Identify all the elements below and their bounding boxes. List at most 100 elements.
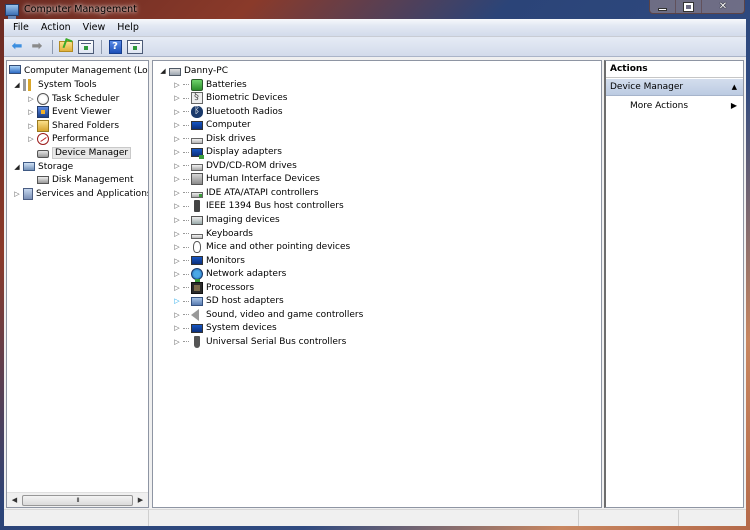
forward-arrow-icon: ➡ bbox=[31, 39, 43, 54]
tree-connector bbox=[183, 111, 189, 113]
collapsed-triangle-icon[interactable]: ▷ bbox=[173, 230, 181, 238]
computer-management-icon bbox=[9, 65, 21, 74]
device-category-label: Network adapters bbox=[206, 269, 287, 280]
battery-icon bbox=[191, 78, 203, 91]
collapsed-triangle-icon[interactable]: ▷ bbox=[173, 162, 181, 170]
menu-action[interactable]: Action bbox=[36, 22, 76, 33]
minimize-button[interactable] bbox=[650, 0, 676, 13]
device-category-label: System devices bbox=[206, 323, 277, 334]
device-category-sound-video-and-game-controllers[interactable]: ▷ Sound, video and game controllers bbox=[173, 308, 363, 321]
expanded-triangle-icon[interactable]: ◢ bbox=[13, 81, 21, 89]
menu-view[interactable]: View bbox=[78, 22, 111, 33]
status-cell bbox=[4, 510, 149, 526]
expanded-triangle-icon[interactable]: ◢ bbox=[13, 163, 21, 171]
collapsed-triangle-icon[interactable]: ▷ bbox=[173, 135, 181, 143]
show-hide-action-pane-button[interactable] bbox=[126, 39, 144, 55]
collapsed-triangle-icon[interactable]: ▷ bbox=[13, 190, 21, 198]
device-tree-root[interactable]: ◢ Danny-PC bbox=[159, 64, 228, 77]
collapsed-triangle-icon[interactable]: ▷ bbox=[27, 135, 35, 143]
up-one-level-button[interactable] bbox=[57, 39, 75, 55]
network-icon bbox=[191, 268, 203, 283]
collapsed-triangle-icon[interactable]: ▷ bbox=[173, 297, 181, 305]
caption-buttons: ✕ bbox=[649, 0, 745, 14]
device-category-human-interface-devices[interactable]: ▷ Human Interface Devices bbox=[173, 173, 320, 186]
device-category-ieee-1394-bus-host-controllers[interactable]: ▷ IEEE 1394 Bus host controllers bbox=[173, 200, 344, 213]
menu-help[interactable]: Help bbox=[112, 22, 144, 33]
tree-item-task-scheduler[interactable]: ▷ Task Scheduler bbox=[27, 92, 119, 105]
collapsed-triangle-icon[interactable]: ▷ bbox=[27, 95, 35, 103]
collapsed-triangle-icon[interactable]: ▷ bbox=[173, 94, 181, 102]
collapsed-triangle-icon[interactable]: ▷ bbox=[173, 311, 181, 319]
collapsed-triangle-icon[interactable]: ▷ bbox=[173, 284, 181, 292]
device-category-bluetooth-radios[interactable]: ▷ Bluetooth Radios bbox=[173, 105, 283, 118]
collapsed-triangle-icon[interactable]: ▷ bbox=[173, 148, 181, 156]
collapsed-triangle-icon[interactable]: ▷ bbox=[173, 202, 181, 210]
close-button[interactable]: ✕ bbox=[702, 0, 744, 13]
tree-connector bbox=[183, 178, 189, 180]
device-category-label: IEEE 1394 Bus host controllers bbox=[206, 201, 344, 212]
toolbar: ⬅ ➡ ? bbox=[4, 37, 746, 57]
device-category-biometric-devices[interactable]: ▷ Biometric Devices bbox=[173, 91, 288, 105]
device-category-label: Batteries bbox=[206, 79, 247, 90]
collapsed-triangle-icon[interactable]: ▷ bbox=[173, 175, 181, 183]
menu-file[interactable]: File bbox=[8, 22, 34, 33]
device-category-universal-serial-bus-controllers[interactable]: ▷ Universal Serial Bus controllers bbox=[173, 335, 346, 348]
horizontal-scrollbar[interactable]: ◀ III ▶ bbox=[7, 492, 148, 507]
device-category-network-adapters[interactable]: ▷ Network adapters bbox=[173, 268, 287, 283]
forward-button[interactable]: ➡ bbox=[28, 39, 46, 55]
more-actions-label: More Actions bbox=[630, 100, 689, 111]
collapsed-triangle-icon[interactable]: ▷ bbox=[173, 216, 181, 224]
scrollbar-thumb[interactable]: III bbox=[22, 494, 133, 506]
collapsed-triangle-icon[interactable]: ▷ bbox=[173, 324, 181, 332]
back-button[interactable]: ⬅ bbox=[8, 39, 26, 55]
collapsed-triangle-icon[interactable]: ▷ bbox=[173, 81, 181, 89]
tree-item-performance[interactable]: ▷ Performance bbox=[27, 132, 109, 145]
tree-item-disk-management[interactable]: Disk Management bbox=[37, 173, 133, 186]
device-category-dvd-cd-rom-drives[interactable]: ▷ DVD/CD-ROM drives bbox=[173, 159, 297, 172]
tree-item-device-manager[interactable]: Device Manager bbox=[37, 146, 132, 159]
device-category-disk-drives[interactable]: ▷ Disk drives bbox=[173, 132, 256, 145]
tree-connector bbox=[183, 300, 189, 302]
collapsed-triangle-icon[interactable]: ▷ bbox=[27, 122, 35, 130]
expanded-triangle-icon[interactable]: ◢ bbox=[159, 67, 167, 75]
device-category-ide-ata-atapi-controllers[interactable]: ▷ IDE ATA/ATAPI controllers bbox=[173, 186, 319, 199]
device-category-display-adapters[interactable]: ▷ Display adapters bbox=[173, 146, 282, 159]
device-category-mice-and-other-pointing-devices[interactable]: ▷ Mice and other pointing devices bbox=[173, 241, 350, 254]
collapsed-triangle-icon[interactable]: ▷ bbox=[173, 121, 181, 129]
scroll-right-arrow-icon[interactable]: ▶ bbox=[133, 496, 148, 504]
collapsed-triangle-icon[interactable]: ▷ bbox=[173, 270, 181, 278]
collapsed-triangle-icon[interactable]: ▷ bbox=[173, 189, 181, 197]
system-icon bbox=[191, 323, 203, 333]
tree-item-shared-folders[interactable]: ▷ Shared Folders bbox=[27, 119, 119, 132]
more-actions-item[interactable]: More Actions ▶ bbox=[606, 98, 743, 113]
computer-icon bbox=[191, 120, 203, 130]
device-category-monitors[interactable]: ▷ Monitors bbox=[173, 254, 245, 267]
tree-item-system-tools[interactable]: ◢ System Tools bbox=[13, 78, 97, 91]
tree-item-storage[interactable]: ◢ Storage bbox=[13, 160, 73, 173]
device-category-keyboards[interactable]: ▷ Keyboards bbox=[173, 227, 253, 240]
collapsed-triangle-icon[interactable]: ▷ bbox=[173, 108, 181, 116]
collapsed-triangle-icon[interactable]: ▷ bbox=[173, 338, 181, 346]
device-category-label: Display adapters bbox=[206, 147, 282, 158]
maximize-button[interactable] bbox=[676, 0, 702, 13]
device-category-batteries[interactable]: ▷ Batteries bbox=[173, 78, 247, 91]
device-category-computer[interactable]: ▷ Computer bbox=[173, 119, 250, 132]
collapse-up-icon[interactable]: ▲ bbox=[732, 83, 737, 91]
tree-item-root[interactable]: Computer Management (Local bbox=[9, 64, 148, 77]
actions-section-device-manager[interactable]: Device Manager ▲ bbox=[606, 79, 743, 96]
device-category-imaging-devices[interactable]: ▷ Imaging devices bbox=[173, 214, 279, 227]
help-button[interactable]: ? bbox=[106, 39, 124, 55]
tree-item-services-and-applications[interactable]: ▷ Services and Applications bbox=[13, 187, 148, 200]
show-hide-console-tree-button[interactable] bbox=[77, 39, 95, 55]
scroll-left-arrow-icon[interactable]: ◀ bbox=[7, 496, 22, 504]
tree-item-event-viewer[interactable]: ▷ Event Viewer bbox=[27, 105, 111, 118]
device-category-processors[interactable]: ▷ Processors bbox=[173, 281, 254, 294]
collapsed-triangle-icon[interactable]: ▷ bbox=[27, 108, 35, 116]
device-category-system-devices[interactable]: ▷ System devices bbox=[173, 322, 277, 335]
help-icon: ? bbox=[108, 39, 122, 54]
toolbar-separator bbox=[101, 39, 102, 54]
collapsed-triangle-icon[interactable]: ▷ bbox=[173, 257, 181, 265]
collapsed-triangle-icon[interactable]: ▷ bbox=[173, 243, 181, 251]
device-category-sd-host-adapters[interactable]: ▷ SD host adapters bbox=[173, 295, 283, 308]
tree-connector bbox=[183, 151, 189, 153]
